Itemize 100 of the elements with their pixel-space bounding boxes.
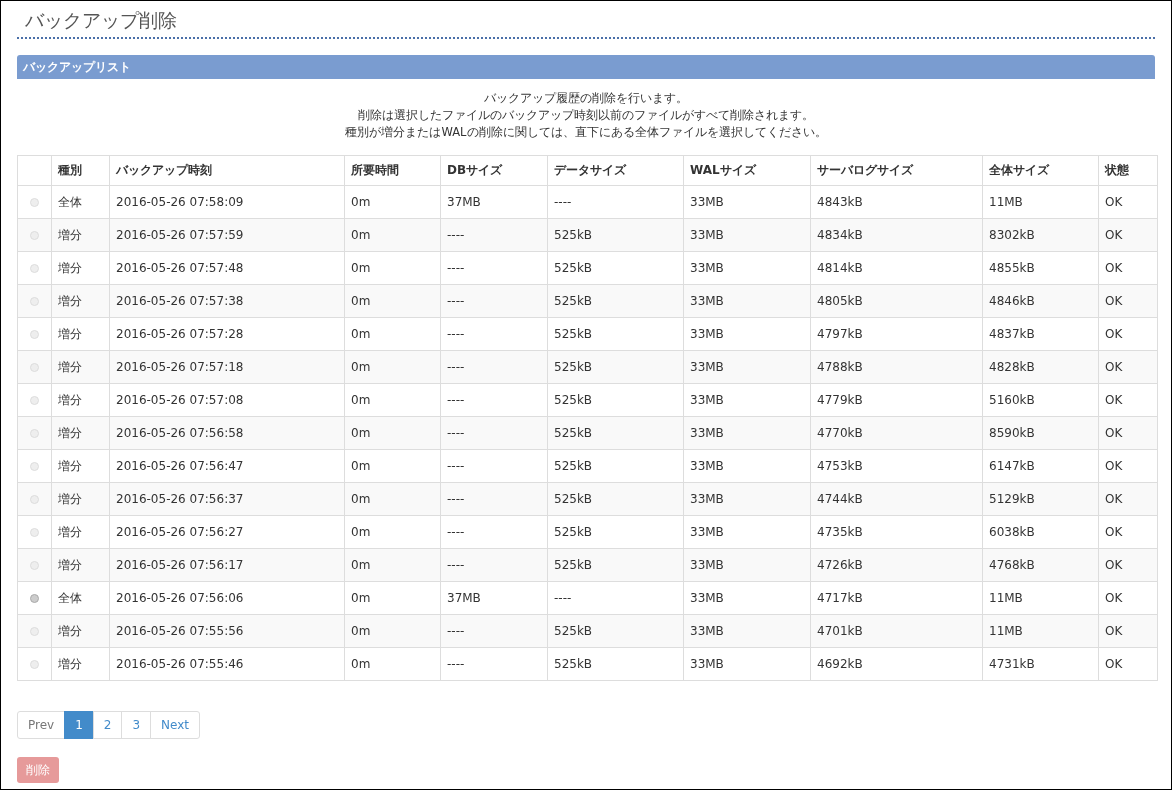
- table-cell: 2016-05-26 07:55:56: [116, 623, 244, 638]
- table-cell: OK: [1105, 293, 1123, 308]
- table-cell: 増分: [58, 623, 82, 638]
- table-cell: 増分: [58, 491, 82, 506]
- table-cell: 33MB: [690, 524, 724, 539]
- table-cell: 33MB: [690, 194, 724, 209]
- table-cell: 6147kB: [989, 458, 1035, 473]
- table-cell: ----: [447, 524, 465, 539]
- column-header: サーバログサイズ: [817, 163, 913, 177]
- table-cell: OK: [1105, 623, 1123, 638]
- table-cell: 4768kB: [989, 557, 1035, 572]
- table-cell: OK: [1105, 491, 1123, 506]
- table-cell: 525kB: [554, 557, 593, 572]
- table-cell: 0m: [351, 359, 371, 374]
- table-cell: OK: [1105, 557, 1123, 572]
- table-cell: 525kB: [554, 326, 593, 341]
- table-cell: ----: [447, 293, 465, 308]
- table-cell: OK: [1105, 392, 1123, 407]
- table-cell: OK: [1105, 227, 1123, 242]
- table-cell: ----: [554, 194, 572, 209]
- page-link[interactable]: Next: [150, 710, 201, 739]
- table-cell: 4744kB: [817, 491, 863, 506]
- page-link[interactable]: 1: [64, 710, 94, 739]
- table-cell: 4753kB: [817, 458, 863, 473]
- table-cell: 33MB: [690, 557, 724, 572]
- table-cell: ----: [447, 227, 465, 242]
- column-header: 種別: [58, 163, 82, 177]
- table-cell: 2016-05-26 07:57:18: [116, 359, 244, 374]
- table-cell: 増分: [58, 557, 82, 572]
- table-cell: 4701kB: [817, 623, 863, 638]
- table-cell: 33MB: [690, 392, 724, 407]
- table-cell: ----: [447, 656, 465, 671]
- table-cell: 増分: [58, 359, 82, 374]
- table-cell: 4805kB: [817, 293, 863, 308]
- column-header: 所要時間: [351, 163, 399, 177]
- table-cell: ----: [447, 557, 465, 572]
- table-cell: 増分: [58, 458, 82, 473]
- table-cell: 4731kB: [989, 656, 1035, 671]
- table-cell: 33MB: [690, 425, 724, 440]
- table-cell: 2016-05-26 07:56:47: [116, 458, 244, 473]
- row-radio[interactable]: [30, 593, 39, 603]
- page-link[interactable]: 3: [121, 710, 152, 739]
- table-cell: 増分: [58, 293, 82, 308]
- table-cell: 37MB: [447, 590, 481, 605]
- table-cell: 33MB: [690, 590, 724, 605]
- table-cell: 8590kB: [989, 425, 1035, 440]
- table-cell: 2016-05-26 07:57:28: [116, 326, 244, 341]
- table-cell: 4846kB: [989, 293, 1035, 308]
- table-cell: 増分: [58, 326, 82, 341]
- table-cell: 増分: [58, 656, 82, 671]
- column-header: WALサイズ: [690, 163, 756, 177]
- column-header: バックアップ時刻: [116, 163, 212, 177]
- table-cell: 4814kB: [817, 260, 863, 275]
- column-header: 状態: [1105, 163, 1129, 177]
- description-text: バックアップ履歴の削除を行います。: [484, 89, 688, 107]
- column-header: 全体サイズ: [989, 163, 1049, 177]
- table-cell: 全体: [58, 194, 82, 209]
- table-cell: 0m: [351, 293, 371, 308]
- table-cell: 33MB: [690, 227, 724, 242]
- table-cell: 4770kB: [817, 425, 863, 440]
- table-cell: 4797kB: [817, 326, 863, 341]
- table-cell: ----: [447, 392, 465, 407]
- table-cell: 0m: [351, 524, 371, 539]
- table-cell: ----: [447, 260, 465, 275]
- page-link[interactable]: 2: [92, 710, 123, 739]
- table-cell: 4788kB: [817, 359, 863, 374]
- table-cell: ----: [554, 590, 572, 605]
- table-cell: 2016-05-26 07:57:59: [116, 227, 244, 242]
- table-cell: 2016-05-26 07:57:08: [116, 392, 244, 407]
- column-header: データサイズ: [554, 163, 626, 177]
- table-cell: ----: [447, 458, 465, 473]
- column-header: DBサイズ: [447, 163, 503, 177]
- table-cell: OK: [1105, 194, 1123, 209]
- table-cell: 0m: [351, 194, 371, 209]
- table-cell: OK: [1105, 359, 1123, 374]
- table-cell: 33MB: [690, 458, 724, 473]
- table-cell: 525kB: [554, 656, 593, 671]
- table-cell: 4726kB: [817, 557, 863, 572]
- table-cell: OK: [1105, 524, 1123, 539]
- page-title: バックアップ削除: [25, 8, 177, 33]
- table-cell: ----: [447, 623, 465, 638]
- table-cell: ----: [447, 359, 465, 374]
- table-cell: 525kB: [554, 425, 593, 440]
- table-cell: 2016-05-26 07:56:06: [116, 590, 244, 605]
- table-cell: 33MB: [690, 293, 724, 308]
- table-cell: 4837kB: [989, 326, 1035, 341]
- table-cell: 33MB: [690, 326, 724, 341]
- table-cell: 525kB: [554, 623, 593, 638]
- table-cell: 8302kB: [989, 227, 1035, 242]
- description-text: 種別が増分またはWALの削除に関しては、直下にある全体ファイルを選択してください。: [345, 123, 827, 141]
- table-cell: 増分: [58, 425, 82, 440]
- table-cell: 0m: [351, 326, 371, 341]
- table-cell: 2016-05-26 07:56:58: [116, 425, 244, 440]
- table-cell: 増分: [58, 227, 82, 242]
- table-cell: 2016-05-26 07:56:17: [116, 557, 244, 572]
- table-cell: 525kB: [554, 524, 593, 539]
- table-cell: 0m: [351, 392, 371, 407]
- table-cell: 4834kB: [817, 227, 863, 242]
- table-cell: 4717kB: [817, 590, 863, 605]
- table-cell: 5160kB: [989, 392, 1035, 407]
